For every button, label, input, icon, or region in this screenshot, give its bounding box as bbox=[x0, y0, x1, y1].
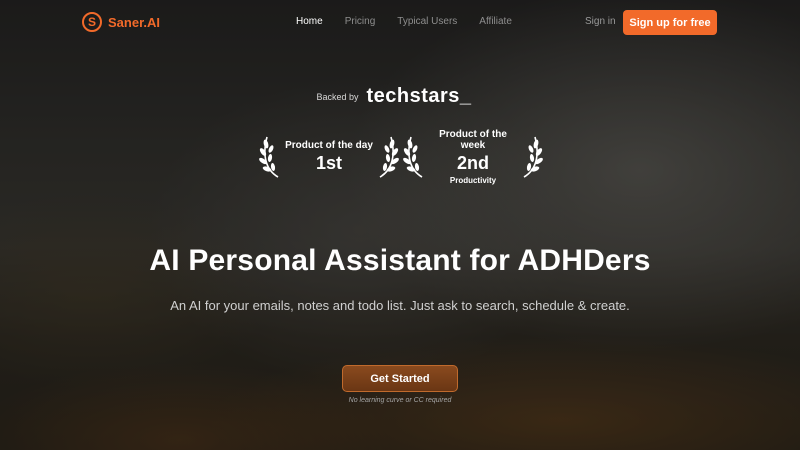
backed-by: Backed by techstars_ bbox=[0, 85, 800, 108]
brand-logo[interactable]: S Saner.AI bbox=[82, 12, 160, 32]
backed-by-label: Backed by bbox=[316, 91, 359, 102]
hero-headline: AI Personal Assistant for ADHDers bbox=[149, 244, 651, 277]
laurel-right-icon bbox=[523, 136, 543, 178]
award-text: Product of the day 1st bbox=[284, 140, 374, 174]
get-started-button[interactable]: Get Started bbox=[342, 365, 458, 392]
nav-link-affiliate[interactable]: Affiliate bbox=[479, 16, 512, 27]
laurel-right-icon bbox=[379, 136, 399, 178]
nav-link-home[interactable]: Home bbox=[296, 16, 323, 27]
techstars-logo: techstars_ bbox=[366, 85, 472, 107]
award-product-of-the-day: Product of the day 1st bbox=[258, 132, 400, 182]
award-title: Product of the day bbox=[285, 140, 373, 152]
laurel-left-icon bbox=[403, 136, 423, 178]
saner-logo-icon: S bbox=[82, 12, 102, 32]
award-rank: 2nd bbox=[456, 152, 489, 173]
sign-in-link[interactable]: Sign in bbox=[585, 16, 616, 27]
nav-link-typical-users[interactable]: Typical Users bbox=[397, 16, 457, 27]
brand-name: Saner.AI bbox=[108, 14, 161, 30]
award-rank: 1st bbox=[315, 153, 342, 174]
award-title: Product of the week bbox=[439, 128, 507, 151]
award-text: Product of the week 2nd Productivity bbox=[428, 129, 518, 186]
nav-links: Home Pricing Typical Users Affiliate bbox=[296, 16, 534, 27]
award-product-of-the-week: Product of the week 2nd Productivity bbox=[402, 129, 544, 184]
hero-subheadline: An AI for your emails, notes and todo li… bbox=[170, 298, 630, 313]
award-category: Productivity bbox=[449, 175, 497, 185]
sign-up-button[interactable]: Sign up for free bbox=[623, 10, 717, 35]
laurel-left-icon bbox=[259, 136, 279, 178]
page: S Saner.AI Home Pricing Typical Users Af… bbox=[0, 0, 800, 450]
cta-note: No learning curve or CC required bbox=[348, 397, 452, 404]
nav-link-pricing[interactable]: Pricing bbox=[345, 16, 376, 27]
top-navbar: S Saner.AI Home Pricing Typical Users Af… bbox=[0, 0, 800, 45]
